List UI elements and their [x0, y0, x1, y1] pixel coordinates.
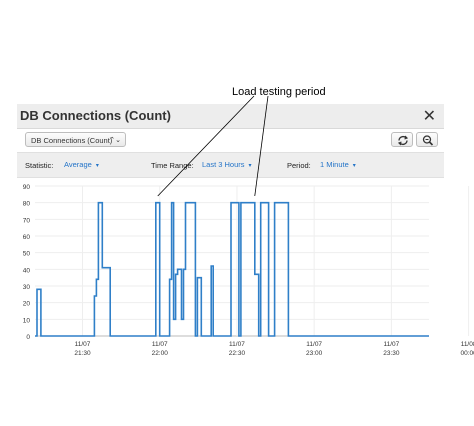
- x-tick-time: 23:30: [383, 350, 400, 357]
- x-tick-date: 11/07: [75, 341, 91, 348]
- y-tick-label: 40: [23, 267, 31, 274]
- y-tick-label: 50: [23, 251, 31, 258]
- y-tick-label: 70: [23, 217, 31, 224]
- annotation-pointer: [254, 95, 269, 197]
- y-tick-label: 0: [26, 334, 30, 341]
- y-tick-label: 90: [23, 184, 31, 191]
- x-tick-time: 21:30: [74, 350, 91, 357]
- x-tick-date: 11/07: [306, 341, 322, 348]
- annotation-pointer: [157, 95, 255, 197]
- x-tick-date: 11/08: [461, 341, 474, 348]
- y-tick-label: 20: [23, 301, 31, 308]
- y-tick-label: 60: [23, 234, 31, 241]
- x-tick-date: 11/07: [383, 341, 399, 348]
- x-tick-date: 11/07: [152, 341, 168, 348]
- x-tick-date: 11/07: [229, 341, 245, 348]
- x-tick-time: 23:00: [306, 350, 323, 357]
- x-tick-time: 22:30: [229, 350, 246, 357]
- y-tick-label: 80: [23, 201, 31, 208]
- y-tick-label: 10: [23, 317, 31, 324]
- chart-area: 0 10 20 30 40 50 60 70 80 90 11/07 21:30 11/07 22:00 1…: [23, 95, 474, 357]
- x-tick-time: 00:00: [460, 350, 474, 357]
- x-tick-time: 22:00: [152, 350, 169, 357]
- y-tick-label: 30: [23, 284, 31, 291]
